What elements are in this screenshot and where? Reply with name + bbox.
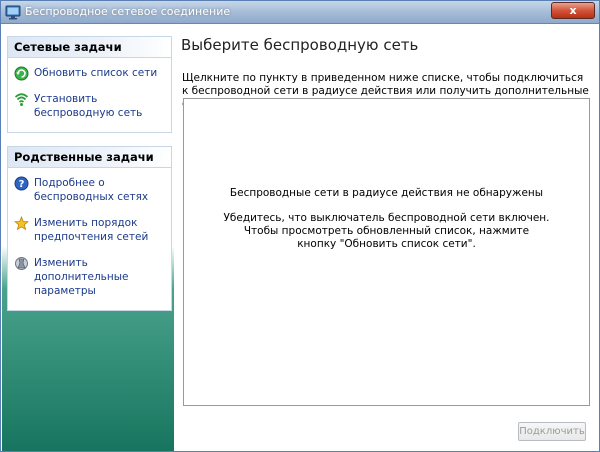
change-network-order-link[interactable]: Изменить порядок предпочтения сетей — [8, 210, 171, 250]
title-bar[interactable]: Беспроводное сетевое соединение x — [1, 1, 599, 24]
connect-button[interactable]: Подключить — [518, 422, 586, 441]
settings-icon — [15, 257, 28, 270]
refresh-icon — [14, 66, 29, 81]
network-tasks-header: Сетевые задачи — [8, 37, 171, 58]
help-icon: ? — [14, 176, 29, 191]
wireless-connection-window: Беспроводное сетевое соединение x Сетевы… — [0, 0, 600, 452]
refresh-hint-message: Чтобы просмотреть обновленный список, на… — [243, 225, 530, 250]
setup-wireless-network-link[interactable]: Установить беспроводную сеть — [8, 86, 171, 126]
main-content: Выберите беспроводную сеть Щелкните по п… — [174, 24, 599, 451]
learn-about-wireless-label: Подробнее о беспроводных сетях — [34, 177, 149, 203]
task-pane: Сетевые задачи Обновить список сети Уста… — [2, 24, 174, 451]
change-network-order-label: Изменить порядок предпочтения сетей — [34, 217, 149, 243]
wireless-network-list[interactable]: Беспроводные сети в радиусе действия не … — [183, 98, 590, 406]
page-title: Выберите беспроводную сеть — [181, 36, 419, 54]
change-advanced-settings-link[interactable]: Изменить дополнительные параметры — [8, 250, 171, 304]
no-networks-message: Беспроводные сети в радиусе действия не … — [229, 187, 544, 199]
wireless-network-icon — [5, 5, 21, 20]
setup-wireless-network-label: Установить беспроводную сеть — [34, 93, 143, 119]
learn-about-wireless-link[interactable]: ? Подробнее о беспроводных сетях — [8, 170, 171, 210]
switch-hint-message: Убедитесь, что выключатель беспроводной … — [223, 212, 550, 224]
window-title: Беспроводное сетевое соединение — [25, 5, 231, 18]
wireless-setup-icon — [14, 93, 29, 106]
related-tasks-box: Родственные задачи ? Подробнее о беспров… — [7, 146, 172, 311]
refresh-network-list-label: Обновить список сети — [34, 67, 158, 79]
star-icon — [14, 216, 29, 231]
svg-text:?: ? — [19, 179, 25, 190]
related-tasks-header: Родственные задачи — [8, 147, 171, 168]
change-advanced-settings-label: Изменить дополнительные параметры — [34, 257, 129, 297]
close-button[interactable]: x — [551, 2, 595, 19]
refresh-network-list-link[interactable]: Обновить список сети — [8, 60, 171, 86]
network-tasks-box: Сетевые задачи Обновить список сети Уста… — [7, 36, 172, 133]
